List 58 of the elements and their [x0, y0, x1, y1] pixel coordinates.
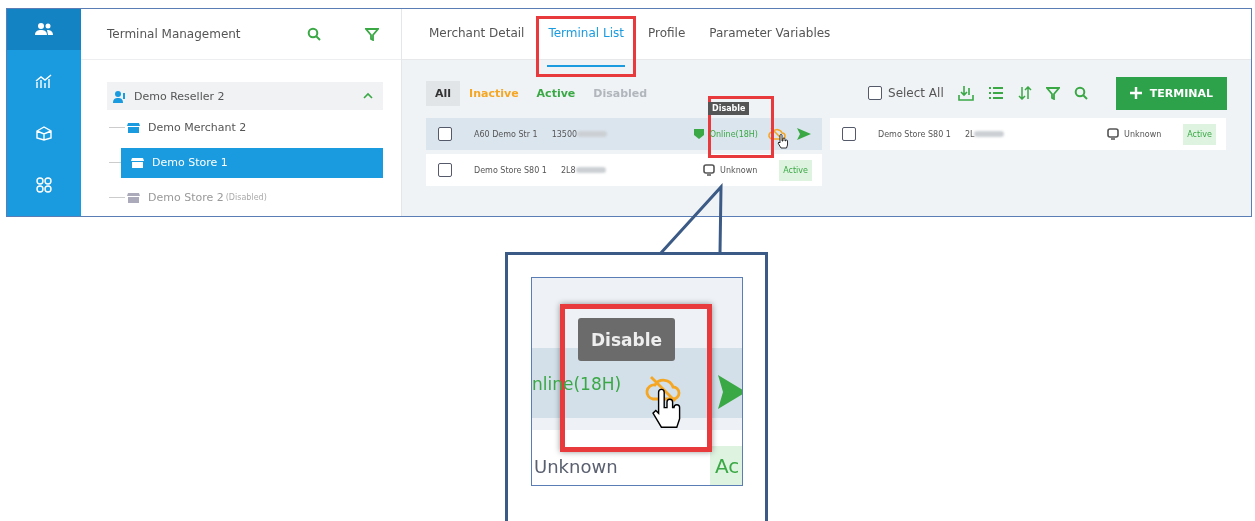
import-icon[interactable]	[957, 85, 974, 101]
user-icon	[113, 89, 127, 103]
tab[interactable]: Parameter Variables	[708, 9, 832, 59]
store-icon	[127, 121, 140, 134]
terminal-name: A60 Demo Str 1	[474, 129, 538, 139]
panel-title: Terminal Management	[107, 27, 242, 41]
sort-icon[interactable]	[1017, 86, 1032, 100]
serial-number: 2L	[964, 129, 975, 139]
tab[interactable]: Merchant Detail	[428, 9, 526, 59]
highlight-frame	[708, 96, 774, 158]
tooltip: Disable	[708, 102, 750, 115]
plus-icon	[1129, 87, 1142, 99]
chevron-icon[interactable]	[363, 92, 373, 100]
status-text: Unknown	[1124, 129, 1162, 139]
tooltip: Disable	[578, 318, 675, 361]
redacted-block	[974, 131, 1005, 137]
rail-item[interactable]	[7, 9, 81, 50]
serial-number: 2L8	[560, 165, 576, 175]
redacted-block	[577, 131, 608, 137]
monitor-icon	[1107, 128, 1120, 140]
filter-icon[interactable]	[1045, 86, 1060, 100]
status-badge: Active	[1183, 123, 1216, 145]
search-icon[interactable]	[307, 27, 321, 41]
checkbox[interactable]	[438, 163, 452, 177]
grid-icon	[36, 176, 52, 193]
send-icon	[718, 375, 742, 409]
terminal-name: Demo Store S80 1	[878, 129, 951, 139]
checkbox[interactable]	[438, 127, 452, 141]
status-filter[interactable]: All	[426, 80, 461, 106]
search-icon[interactable]	[1073, 86, 1088, 100]
store-icon	[127, 191, 140, 204]
terminal-name: Demo Store S80 1	[474, 165, 547, 175]
checkbox[interactable]	[868, 86, 882, 100]
users-icon	[34, 22, 54, 37]
redacted-block	[575, 167, 606, 173]
status-text: Unknown	[720, 165, 758, 175]
chart-icon	[35, 73, 53, 90]
cloud-off-icon[interactable]	[768, 126, 786, 142]
disabled-note: (Disabled)	[225, 193, 267, 202]
select-all-label[interactable]: Select All	[888, 86, 944, 100]
list-icon[interactable]	[987, 86, 1004, 100]
box-icon	[35, 124, 53, 141]
tab[interactable]: Profile	[646, 9, 687, 59]
tree-item[interactable]: Demo Reseller 2	[107, 82, 383, 110]
hand-cursor-icon	[777, 134, 789, 149]
status-text: Unknown	[534, 456, 618, 477]
send-icon[interactable]	[796, 127, 812, 141]
tree-item[interactable]: Demo Merchant 2	[125, 112, 383, 143]
shield-icon	[692, 128, 705, 140]
store-icon	[131, 156, 144, 169]
status-badge: Active	[779, 159, 812, 181]
status-badge: Ac	[710, 446, 742, 485]
filter-icon[interactable]	[365, 27, 379, 41]
serial-number: 13500	[551, 129, 578, 139]
terminal-row[interactable]: Demo Store S80 1 2L8 Unknown Active	[426, 154, 822, 186]
checkbox[interactable]	[842, 127, 856, 141]
terminal-row[interactable]: Demo Store S80 1 2L Unknown Active	[830, 118, 1226, 150]
monitor-icon	[703, 164, 716, 176]
